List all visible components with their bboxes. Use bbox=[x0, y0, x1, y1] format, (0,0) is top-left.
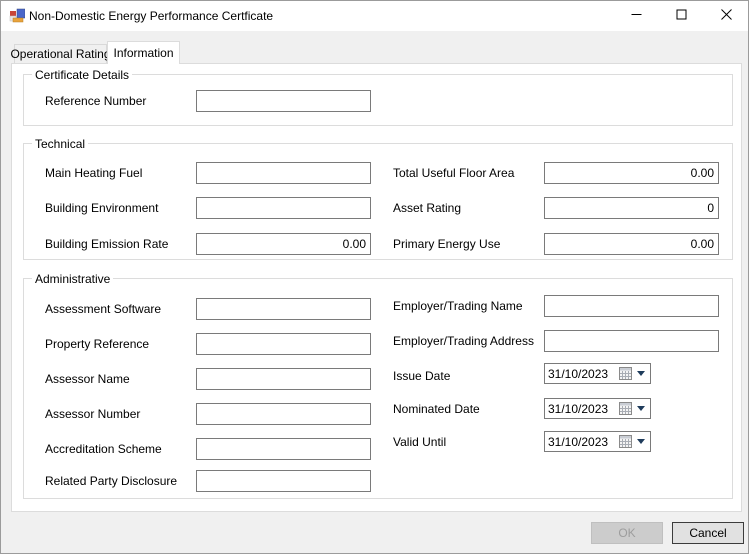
related-party-disclosure-label: Related Party Disclosure bbox=[45, 474, 177, 488]
issue-date-picker[interactable]: 31/10/2023 bbox=[544, 363, 651, 384]
date-dropdown-button[interactable] bbox=[635, 434, 647, 449]
assessment-software-input[interactable] bbox=[196, 298, 371, 320]
calendar-icon bbox=[619, 367, 632, 380]
cancel-button[interactable]: Cancel bbox=[672, 522, 744, 544]
reference-number-label: Reference Number bbox=[45, 94, 146, 108]
calendar-icon bbox=[619, 402, 632, 415]
minimize-icon bbox=[631, 9, 642, 23]
minimize-button[interactable] bbox=[614, 1, 659, 31]
calendar-icon bbox=[619, 435, 632, 448]
total-useful-floor-area-label: Total Useful Floor Area bbox=[393, 166, 514, 180]
tab-label: Information bbox=[113, 46, 173, 60]
employer-trading-name-label: Employer/Trading Name bbox=[393, 299, 523, 313]
tab-information[interactable]: Information bbox=[107, 41, 180, 64]
maximize-button[interactable] bbox=[659, 1, 704, 31]
tab-label: Operational Rating bbox=[10, 47, 110, 61]
group-title: Administrative bbox=[32, 272, 113, 286]
assessment-software-label: Assessment Software bbox=[45, 302, 161, 316]
chevron-down-icon bbox=[637, 406, 645, 411]
window-title: Non-Domestic Energy Performance Certfica… bbox=[29, 9, 273, 23]
assessor-name-label: Assessor Name bbox=[45, 372, 130, 386]
date-value: 31/10/2023 bbox=[548, 402, 616, 416]
main-heating-fuel-label: Main Heating Fuel bbox=[45, 166, 142, 180]
accreditation-scheme-input[interactable] bbox=[196, 438, 371, 460]
employer-trading-address-input[interactable] bbox=[544, 330, 719, 352]
asset-rating-label: Asset Rating bbox=[393, 201, 461, 215]
tab-operational-rating[interactable]: Operational Rating bbox=[14, 44, 107, 63]
building-emission-rate-label: Building Emission Rate bbox=[45, 237, 168, 251]
assessor-number-input[interactable] bbox=[196, 403, 371, 425]
assessor-name-input[interactable] bbox=[196, 368, 371, 390]
related-party-disclosure-input[interactable] bbox=[196, 470, 371, 492]
dialog-window: Non-Domestic Energy Performance Certfica… bbox=[0, 0, 749, 554]
date-value: 31/10/2023 bbox=[548, 435, 616, 449]
ok-button[interactable]: OK bbox=[591, 522, 663, 544]
total-useful-floor-area-input[interactable] bbox=[544, 162, 719, 184]
property-reference-input[interactable] bbox=[196, 333, 371, 355]
asset-rating-input[interactable] bbox=[544, 197, 719, 219]
maximize-icon bbox=[676, 9, 687, 23]
building-environment-label: Building Environment bbox=[45, 201, 158, 215]
group-title: Technical bbox=[32, 137, 88, 151]
employer-trading-address-label: Employer/Trading Address bbox=[393, 334, 534, 348]
app-icon bbox=[9, 8, 25, 24]
reference-number-input[interactable] bbox=[196, 90, 371, 112]
valid-until-picker[interactable]: 31/10/2023 bbox=[544, 431, 651, 452]
primary-energy-use-label: Primary Energy Use bbox=[393, 237, 500, 251]
date-dropdown-button[interactable] bbox=[635, 401, 647, 416]
main-heating-fuel-input[interactable] bbox=[196, 162, 371, 184]
date-value: 31/10/2023 bbox=[548, 367, 616, 381]
issue-date-label: Issue Date bbox=[393, 369, 450, 383]
close-icon bbox=[721, 9, 732, 23]
primary-energy-use-input[interactable] bbox=[544, 233, 719, 255]
employer-trading-name-input[interactable] bbox=[544, 295, 719, 317]
group-title: Certificate Details bbox=[32, 68, 132, 82]
building-environment-input[interactable] bbox=[196, 197, 371, 219]
chevron-down-icon bbox=[637, 371, 645, 376]
nominated-date-label: Nominated Date bbox=[393, 402, 480, 416]
close-button[interactable] bbox=[704, 1, 749, 31]
date-dropdown-button[interactable] bbox=[635, 366, 647, 381]
accreditation-scheme-label: Accreditation Scheme bbox=[45, 442, 162, 456]
chevron-down-icon bbox=[637, 439, 645, 444]
valid-until-label: Valid Until bbox=[393, 435, 446, 449]
building-emission-rate-input[interactable] bbox=[196, 233, 371, 255]
property-reference-label: Property Reference bbox=[45, 337, 149, 351]
nominated-date-picker[interactable]: 31/10/2023 bbox=[544, 398, 651, 419]
titlebar: Non-Domestic Energy Performance Certfica… bbox=[1, 1, 748, 31]
assessor-number-label: Assessor Number bbox=[45, 407, 140, 421]
